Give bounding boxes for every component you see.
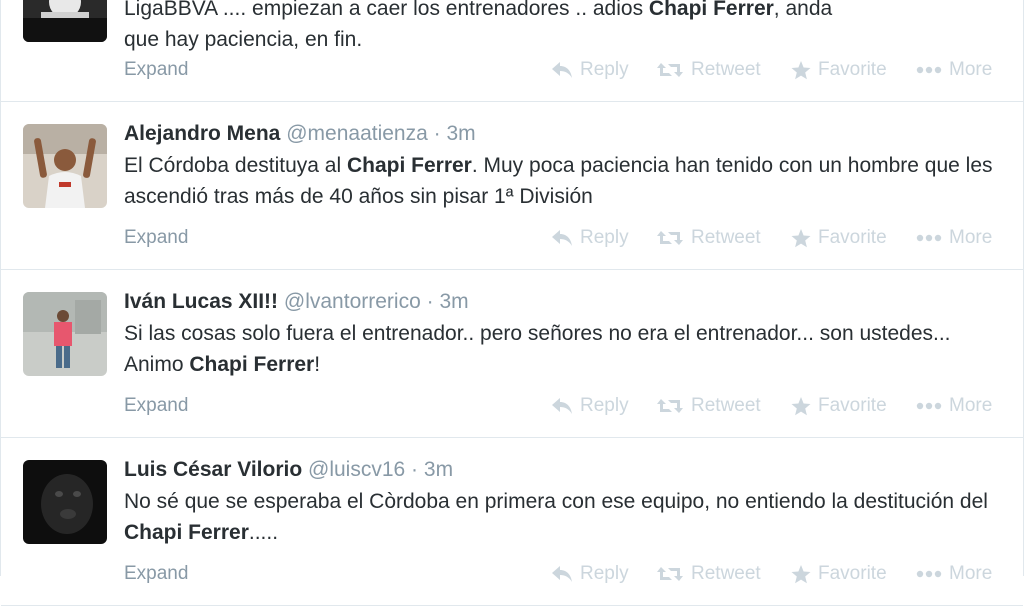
tweet-header: Iván Lucas XII!! @lvantorrerico · 3m bbox=[124, 290, 469, 314]
tweet-text-part: LigaBBVA .... empiezan a caer los entren… bbox=[124, 0, 649, 20]
retweet-button[interactable]: Retweet bbox=[656, 395, 761, 417]
reply-icon bbox=[552, 230, 572, 246]
tweet-text: El Córdoba destituya al Chapi Ferrer. Mu… bbox=[124, 150, 1004, 212]
tweet-timeline: LigaBBVA .... empiezan a caer los entren… bbox=[0, 0, 1024, 606]
tweet-text: Si las cosas solo fuera el entrenador.. … bbox=[124, 318, 1004, 380]
more-button[interactable]: More bbox=[916, 395, 992, 417]
user-handle[interactable]: @menaatienza bbox=[286, 122, 428, 145]
favorite-label: Favorite bbox=[818, 563, 887, 584]
tweet-text: No sé que se esperaba el Còrdoba en prim… bbox=[124, 486, 1004, 548]
more-label: More bbox=[949, 227, 993, 248]
tweet-actions: Reply Retweet Favorite More bbox=[551, 563, 1011, 587]
reply-label: Reply bbox=[580, 395, 629, 416]
tweet-item[interactable]: Iván Lucas XII!! @lvantorrerico · 3m Si … bbox=[1, 270, 1023, 438]
more-dots-icon bbox=[916, 402, 942, 410]
more-dots-icon bbox=[916, 66, 942, 74]
more-dots-icon bbox=[916, 234, 942, 242]
tweet-text-part: ..... bbox=[248, 521, 279, 544]
reply-button[interactable]: Reply bbox=[551, 563, 629, 585]
hashtag-highlight[interactable]: Chapi Ferrer bbox=[124, 521, 249, 544]
reply-button[interactable]: Reply bbox=[551, 59, 629, 81]
tweet-text-part: ! bbox=[314, 353, 321, 376]
favorite-label: Favorite bbox=[818, 227, 887, 248]
user-fullname[interactable]: Iván Lucas XII!! bbox=[124, 290, 278, 313]
more-label: More bbox=[949, 563, 993, 584]
separator-dot: · bbox=[433, 122, 441, 145]
tweet-item[interactable]: Luis César Vilorio @luiscv16 · 3m No sé … bbox=[1, 438, 1023, 606]
tweet-text-part: No sé que se esperaba el Còrdoba en prim… bbox=[124, 490, 988, 513]
retweet-icon bbox=[657, 567, 683, 581]
hashtag-highlight[interactable]: Chapi Ferrer bbox=[347, 154, 472, 177]
avatar-image bbox=[23, 0, 107, 42]
reply-icon bbox=[552, 62, 572, 78]
avatar-image bbox=[23, 292, 107, 376]
favorite-button[interactable]: Favorite bbox=[791, 395, 887, 417]
more-button[interactable]: More bbox=[916, 563, 992, 585]
tweet-header: Luis César Vilorio @luiscv16 · 3m bbox=[124, 458, 453, 482]
reply-button[interactable]: Reply bbox=[551, 227, 629, 249]
tweet-actions: Reply Retweet Favorite More bbox=[551, 227, 1011, 251]
retweet-label: Retweet bbox=[691, 563, 761, 584]
more-button[interactable]: More bbox=[916, 227, 992, 249]
retweet-label: Retweet bbox=[691, 395, 761, 416]
reply-label: Reply bbox=[580, 227, 629, 248]
hashtag-highlight[interactable]: Chapi Ferrer bbox=[649, 0, 774, 20]
tweet-text-part: El Córdoba destituya al bbox=[124, 154, 347, 177]
reply-icon bbox=[552, 566, 572, 582]
star-icon bbox=[791, 396, 811, 415]
separator-dot: · bbox=[411, 458, 419, 481]
more-label: More bbox=[949, 395, 993, 416]
more-label: More bbox=[949, 59, 993, 80]
tweet-text-part: , anda bbox=[773, 0, 833, 20]
hashtag-highlight[interactable]: Chapi Ferrer bbox=[189, 353, 314, 376]
expand-link[interactable]: Expand bbox=[124, 227, 188, 249]
user-fullname[interactable]: Alejandro Mena bbox=[124, 122, 280, 145]
user-handle[interactable]: @luiscv16 bbox=[308, 458, 405, 481]
favorite-label: Favorite bbox=[818, 59, 887, 80]
expand-link[interactable]: Expand bbox=[124, 395, 188, 417]
favorite-button[interactable]: Favorite bbox=[791, 563, 887, 585]
tweet-text: LigaBBVA .... empiezan a caer los entren… bbox=[124, 0, 1004, 55]
avatar[interactable] bbox=[23, 124, 107, 208]
retweet-button[interactable]: Retweet bbox=[656, 563, 761, 585]
avatar[interactable] bbox=[23, 0, 107, 42]
favorite-button[interactable]: Favorite bbox=[791, 59, 887, 81]
user-fullname[interactable]: Luis César Vilorio bbox=[124, 458, 302, 481]
user-handle[interactable]: @lvantorrerico bbox=[284, 290, 421, 313]
timestamp[interactable]: 3m bbox=[424, 458, 453, 481]
reply-button[interactable]: Reply bbox=[551, 395, 629, 417]
separator-dot: · bbox=[426, 290, 434, 313]
star-icon bbox=[791, 228, 811, 247]
star-icon bbox=[791, 564, 811, 583]
timestamp[interactable]: 3m bbox=[439, 290, 468, 313]
favorite-label: Favorite bbox=[818, 395, 887, 416]
avatar-image bbox=[23, 124, 107, 208]
reply-icon bbox=[552, 398, 572, 414]
tweet-item[interactable]: Alejandro Mena @menaatienza · 3m El Córd… bbox=[1, 102, 1023, 270]
star-icon bbox=[791, 60, 811, 79]
expand-link[interactable]: Expand bbox=[124, 59, 188, 81]
reply-label: Reply bbox=[580, 59, 629, 80]
avatar[interactable] bbox=[23, 460, 107, 544]
retweet-icon bbox=[657, 399, 683, 413]
favorite-button[interactable]: Favorite bbox=[791, 227, 887, 249]
retweet-button[interactable]: Retweet bbox=[656, 59, 761, 81]
retweet-label: Retweet bbox=[691, 59, 761, 80]
avatar[interactable] bbox=[23, 292, 107, 376]
avatar-image bbox=[23, 460, 107, 544]
retweet-button[interactable]: Retweet bbox=[656, 227, 761, 249]
retweet-icon bbox=[657, 231, 683, 245]
tweet-header: Alejandro Mena @menaatienza · 3m bbox=[124, 122, 476, 146]
retweet-icon bbox=[657, 63, 683, 77]
tweet-actions: Reply Retweet Favorite More bbox=[551, 59, 1011, 83]
tweet-actions: Reply Retweet Favorite More bbox=[551, 395, 1011, 419]
more-button[interactable]: More bbox=[916, 59, 992, 81]
expand-link[interactable]: Expand bbox=[124, 563, 188, 585]
more-dots-icon bbox=[916, 570, 942, 578]
tweet-item[interactable]: LigaBBVA .... empiezan a caer los entren… bbox=[1, 0, 1023, 102]
retweet-label: Retweet bbox=[691, 227, 761, 248]
reply-label: Reply bbox=[580, 563, 629, 584]
timestamp[interactable]: 3m bbox=[446, 122, 475, 145]
tweet-text-part: que hay paciencia, en fin. bbox=[124, 28, 363, 51]
